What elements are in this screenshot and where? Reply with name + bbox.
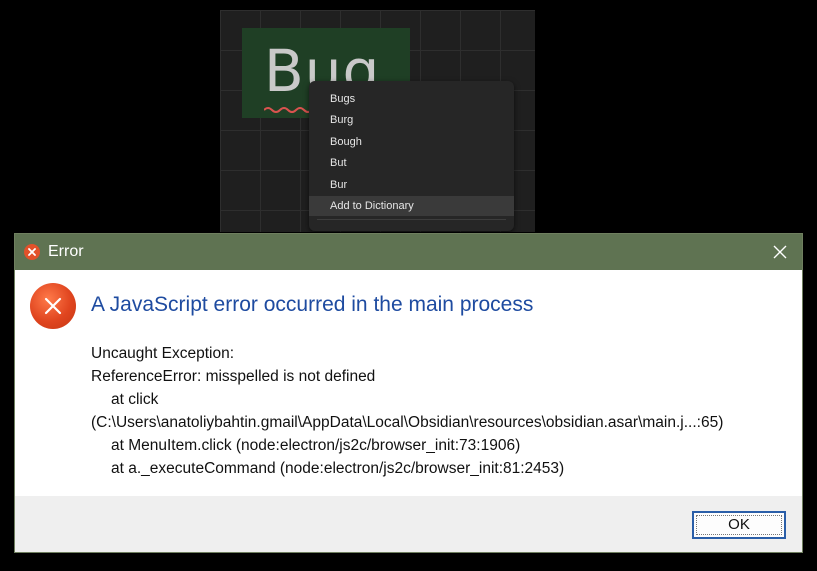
error-heading: A JavaScript error occurred in the main … [91, 293, 534, 316]
ok-button[interactable]: OK [692, 511, 786, 539]
error-message: Uncaught Exception: ReferenceError: miss… [91, 342, 723, 480]
message-line: ReferenceError: misspelled is not define… [91, 368, 376, 385]
dialog-titlebar[interactable]: Error [15, 234, 802, 270]
close-icon [773, 245, 787, 259]
spellcheck-context-menu: Bugs Burg Bough But Bur Add to Dictionar… [309, 81, 514, 231]
menu-item-suggestion[interactable]: But [309, 153, 514, 173]
message-line: at MenuItem.click (node:electron/js2c/br… [111, 437, 521, 454]
message-line: at a._executeCommand (node:electron/js2c… [111, 460, 565, 477]
message-line: Uncaught Exception: [91, 345, 235, 362]
menu-item-suggestion[interactable]: Burg [309, 110, 514, 130]
message-line: at click [111, 391, 159, 408]
error-icon [30, 283, 76, 329]
message-line: (C:\Users\anatoliybahtin.gmail\AppData\L… [91, 414, 724, 431]
menu-item-suggestion[interactable]: Bur [309, 175, 514, 195]
error-icon [24, 244, 40, 260]
error-dialog: Error A JavaScript error occurred in the… [14, 233, 803, 553]
menu-item-add-to-dictionary[interactable]: Add to Dictionary [309, 196, 514, 216]
dialog-title: Error [48, 243, 84, 260]
dialog-footer: OK [15, 496, 802, 552]
menu-separator [317, 219, 506, 220]
menu-item-suggestion[interactable]: Bugs [309, 89, 514, 109]
menu-item-suggestion[interactable]: Bough [309, 132, 514, 152]
close-button[interactable] [761, 236, 799, 268]
